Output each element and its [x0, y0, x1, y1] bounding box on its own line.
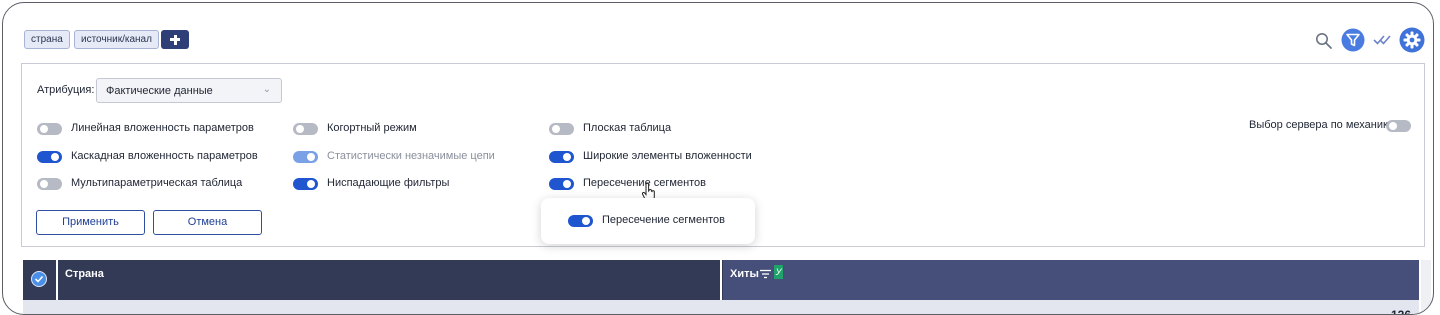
dimension-chip-source[interactable]: источник/канал: [74, 30, 159, 49]
attribution-label: Атрибуция:: [37, 84, 95, 96]
toggle-switch[interactable]: [568, 215, 593, 227]
popup-label: Пересечение сегментов: [602, 214, 726, 226]
gear-icon[interactable]: [1399, 27, 1425, 53]
toggle-switch[interactable]: [1386, 120, 1411, 132]
option-label: Ниспадающие фильтры: [327, 177, 450, 189]
add-dimension-button[interactable]: [161, 30, 189, 49]
option-label: Каскадная вложенность параметров: [71, 150, 258, 162]
toggle-switch[interactable]: [549, 151, 574, 163]
check-icon: [34, 275, 44, 283]
sort-icon[interactable]: [760, 269, 771, 279]
option-label: Когортный режим: [327, 122, 417, 134]
toggle-switch[interactable]: [293, 178, 318, 190]
toggle-switch[interactable]: [293, 123, 318, 135]
attribution-value: Фактические данные: [106, 85, 213, 97]
attribution-select[interactable]: Фактические данные ⌄: [96, 78, 282, 103]
hits-value: 126: [1390, 308, 1411, 315]
table-header: Страна Хиты У: [23, 260, 1419, 300]
column-header-hits[interactable]: Хиты: [730, 268, 759, 280]
table-row[interactable]: 126: [23, 300, 1419, 315]
column-divider: [56, 260, 58, 300]
option-server-selection[interactable]: Выбор сервера по механике: [1249, 119, 1413, 136]
option-label: Выбор сервера по механике: [1249, 119, 1395, 131]
hover-popup: Пересечение сегментов: [541, 198, 755, 244]
option-label: Широкие элементы вложенности: [583, 150, 752, 162]
toggle-switch[interactable]: [37, 178, 62, 190]
column-divider: [720, 260, 722, 300]
toggle-switch[interactable]: [549, 123, 574, 135]
toggle-switch[interactable]: [37, 123, 62, 135]
scrollbar[interactable]: [1421, 260, 1431, 314]
hits-column-header-bg: [723, 260, 1419, 300]
column-header-country[interactable]: Страна: [65, 268, 104, 280]
toggle-switch[interactable]: [549, 178, 574, 190]
chevron-down-icon: ⌄: [262, 84, 271, 95]
toggle-switch[interactable]: [37, 151, 62, 163]
cancel-button[interactable]: Отмена: [153, 210, 262, 235]
search-icon[interactable]: [1315, 32, 1333, 50]
apply-button[interactable]: Применить: [36, 210, 145, 235]
option-label: Статистически незначимые цепи: [327, 150, 495, 162]
metric-badge: У: [774, 265, 783, 279]
dimension-chip-country[interactable]: страна: [24, 30, 70, 49]
select-all-checkbox[interactable]: [31, 271, 47, 287]
double-check-icon[interactable]: [1373, 33, 1393, 47]
option-label: Линейная вложенность параметров: [71, 122, 254, 134]
app-window: страна источник/канал Атрибуция: Фактиче…: [2, 2, 1434, 315]
toggle-switch: [293, 151, 318, 163]
filter-icon[interactable]: [1341, 28, 1365, 52]
option-label: Мультипараметрическая таблица: [71, 177, 243, 189]
option-label: Плоская таблица: [583, 122, 672, 134]
